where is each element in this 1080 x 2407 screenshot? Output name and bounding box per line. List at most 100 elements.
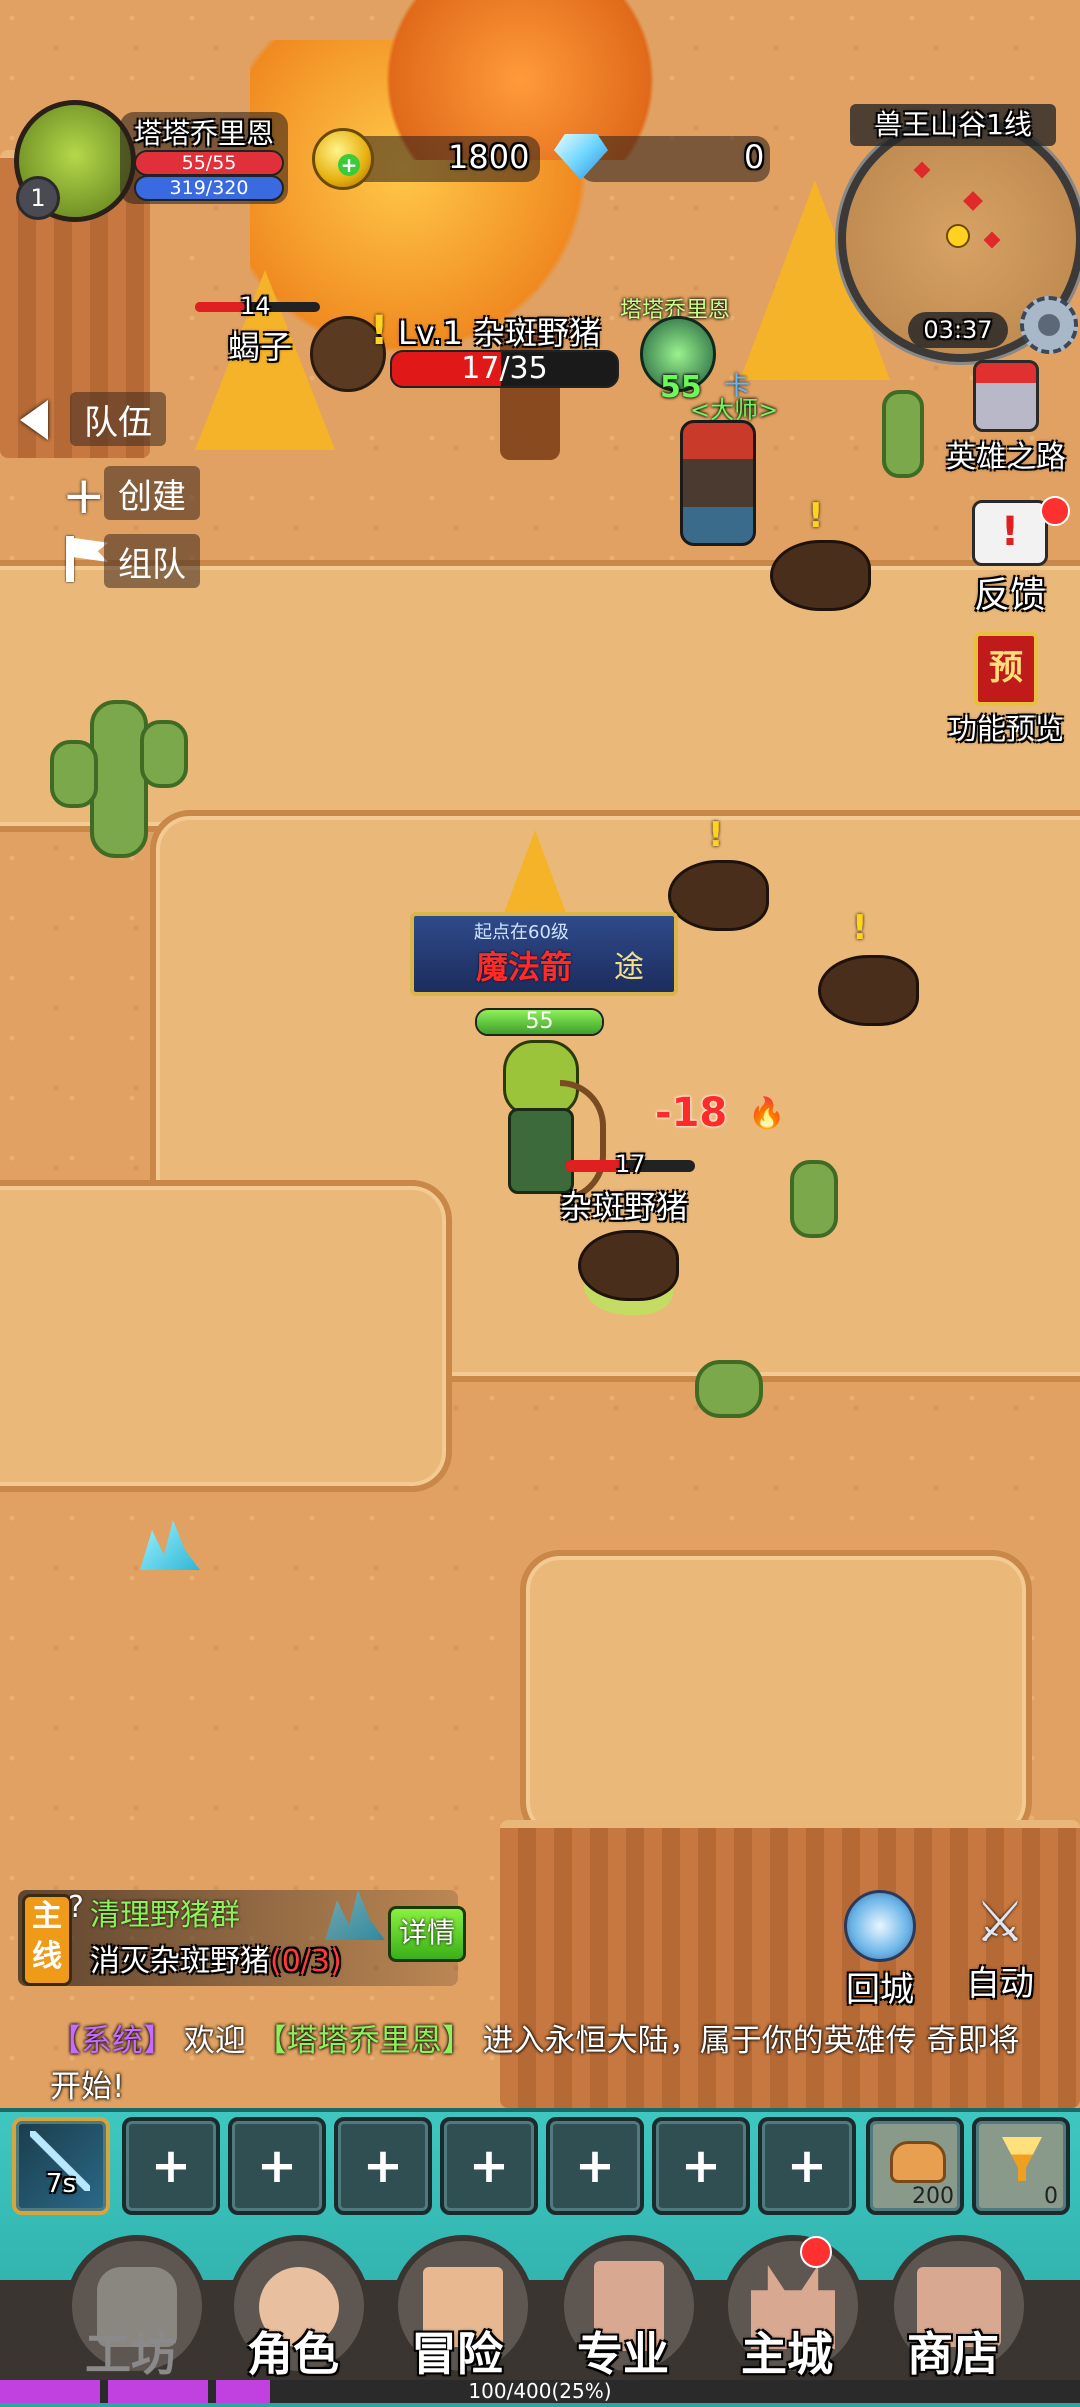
minimap-zone-label[interactable]: 兽王山谷1线	[850, 104, 1056, 146]
cactus	[695, 1360, 763, 1418]
return-city-label: 回城	[846, 1970, 914, 2010]
nav-shop-label: 商店	[907, 2327, 999, 2381]
quest-help-icon: ?	[68, 1890, 84, 1925]
team-tab-label: 队伍	[84, 402, 152, 443]
feedback-label: 反馈	[973, 575, 1046, 616]
quest-objective-text: 消灭杂斑野猪	[90, 1944, 270, 1979]
boar-mob[interactable]	[818, 955, 919, 1026]
flag-icon	[66, 536, 74, 582]
player-banner-text: 起点在60级	[474, 922, 569, 943]
hero-road-button[interactable]: 英雄之路	[932, 360, 1080, 476]
xp-text: 100/400(25%)	[468, 2379, 612, 2403]
player-mp-bar-hud: 319/320	[134, 175, 284, 201]
quest-detail-label: 详情	[398, 1916, 455, 1949]
plus-icon: +	[786, 2138, 828, 2194]
skill-slot-empty[interactable]: +	[122, 2117, 220, 2215]
portal-icon	[844, 1890, 916, 1962]
scorpion-level: 14	[240, 292, 271, 320]
player-name: 塔塔乔里恩	[134, 117, 275, 150]
food-count: 200	[912, 2184, 954, 2209]
plus-icon: +	[362, 2138, 404, 2194]
plus-icon: +	[150, 2138, 192, 2194]
boar-mob[interactable]	[770, 540, 871, 611]
main-quest-tag-line2: 线	[32, 1939, 62, 1974]
fire-icon: 🔥	[748, 1096, 786, 1131]
skill-slot-empty[interactable]: +	[652, 2117, 750, 2215]
player-overhead-level: 55	[525, 1009, 554, 1034]
main-quest-tag: 主 线	[22, 1894, 72, 1986]
skill-slot-empty[interactable]: +	[440, 2117, 538, 2215]
alert-icon: !	[708, 815, 724, 855]
ally-sprite	[680, 420, 756, 546]
minimap-marker	[983, 231, 1001, 249]
drink-icon	[1002, 2137, 1042, 2181]
crystal	[140, 1520, 200, 1570]
feedback-icon: !	[972, 500, 1048, 566]
nav-workshop-label: 工坊	[85, 2327, 177, 2381]
main-quest-tag-line1: 主	[32, 1899, 62, 1934]
scorpion-name: 蝎子	[228, 328, 293, 366]
crossed-swords-icon: ⚔	[974, 1890, 1026, 1955]
food-item-slot[interactable]: 200	[866, 2117, 964, 2215]
player-sprite[interactable]	[488, 1040, 606, 1202]
diamond-amount: 0	[744, 138, 765, 176]
system-chat[interactable]: 【系统】 欢迎 【塔塔乔里恩】 进入永恒大陆，属于你的英雄传 奇即将开始!	[50, 2018, 1040, 2110]
team-collapse-arrow-icon[interactable]	[20, 400, 48, 440]
player-title-suffix: 途	[614, 950, 644, 985]
skill-slot-empty[interactable]: +	[758, 2117, 856, 2215]
plateau	[0, 1180, 452, 1492]
game-time: 03:37	[923, 316, 993, 344]
minimap-marker	[963, 191, 983, 211]
plus-icon: +	[574, 2138, 616, 2194]
cactus	[882, 390, 924, 478]
nav-city-label: 主城	[741, 2327, 833, 2381]
chat-channel: 【系统】	[50, 2023, 174, 2059]
player-level-badge: 1	[16, 176, 60, 220]
feature-preview-label: 功能预览	[947, 712, 1064, 746]
return-city-button[interactable]: 回城	[834, 1890, 926, 2010]
quest-detail-button[interactable]: 详情	[388, 1906, 466, 1962]
xp-bar: 100/400(25%)	[0, 2380, 1080, 2403]
chat-line1: 进入永恒大陆，属于你的英雄传	[482, 2023, 917, 2059]
alert-icon: !	[852, 908, 868, 948]
feature-preview-button[interactable]: 预 功能预览	[932, 632, 1080, 748]
notification-dot	[800, 2236, 832, 2268]
skill-slot-empty[interactable]: +	[546, 2117, 644, 2215]
boar-mob[interactable]	[668, 860, 769, 931]
chat-highlight: 【塔塔乔里恩】	[255, 2023, 473, 2059]
skill-slot-empty[interactable]: +	[228, 2117, 326, 2215]
target-hp-bar: 17/35	[390, 350, 619, 388]
add-gold-icon: +	[338, 154, 360, 176]
plateau	[520, 1550, 1032, 1842]
target-frame[interactable]: ! Lv.1 杂斑野猪 17/35	[310, 308, 620, 394]
skill-cooldown: 7s	[45, 2169, 77, 2199]
ally-player[interactable]: 塔塔乔里恩 55 卡 <大师>	[620, 280, 780, 560]
hero-road-icon	[973, 360, 1039, 432]
diamond-panel[interactable]	[580, 136, 770, 182]
nav-adventure-label: 冒险	[411, 2327, 503, 2381]
zone-name: 兽王山谷1线	[874, 108, 1032, 141]
settings-gear-icon[interactable]	[1020, 296, 1078, 354]
notification-dot	[1040, 496, 1070, 526]
boar-target[interactable]	[578, 1230, 679, 1301]
target-hp-text: 17/35	[461, 351, 548, 386]
alert-icon: !	[808, 496, 824, 536]
target-level-name: Lv.1 杂斑野猪	[398, 314, 601, 352]
gold-amount: 1800	[448, 138, 530, 176]
bread-icon	[890, 2141, 946, 2183]
skill-slot-empty[interactable]: +	[334, 2117, 432, 2215]
player-hp-bar: 55	[475, 1008, 604, 1036]
player-mp-text: 319/320	[169, 177, 249, 199]
create-team-button[interactable]: 创建	[104, 466, 200, 520]
quest-progress: (0/3)	[270, 1944, 342, 1979]
plus-icon: +	[256, 2138, 298, 2194]
team-tab[interactable]: 队伍	[70, 392, 166, 446]
boar-name: 杂斑野猪	[560, 1188, 689, 1226]
quest-objective: 消灭杂斑野猪(0/3)	[90, 1936, 342, 1980]
chat-prefix: 欢迎	[183, 2023, 246, 2059]
boar-level: 17	[615, 1150, 646, 1178]
auto-battle-button[interactable]: ⚔ 自动	[952, 1890, 1048, 2004]
skill-slot-active[interactable]: 7s	[12, 2117, 110, 2215]
join-team-button[interactable]: 组队	[104, 534, 200, 588]
potion-item-slot[interactable]: 0	[972, 2117, 1070, 2215]
